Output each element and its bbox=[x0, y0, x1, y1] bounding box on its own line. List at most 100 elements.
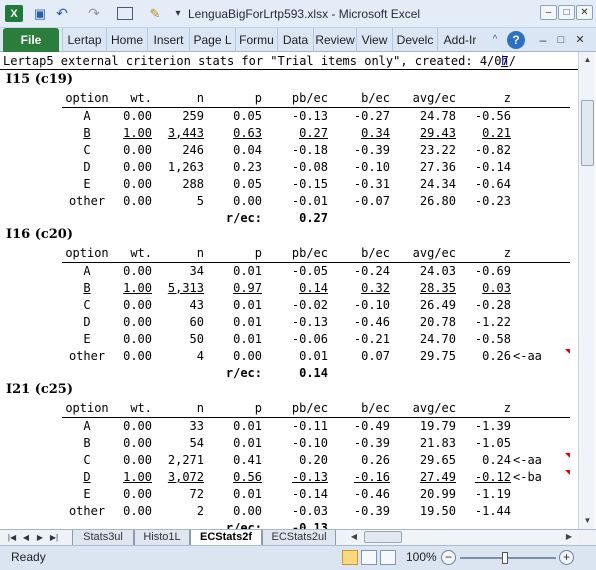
column-header-option[interactable]: option bbox=[64, 90, 110, 107]
cell-n[interactable]: 43 bbox=[152, 297, 204, 314]
column-header-p[interactable]: p bbox=[204, 245, 262, 262]
scroll-right-icon[interactable]: ▶ bbox=[562, 530, 576, 544]
zoom-slider-thumb[interactable] bbox=[502, 552, 508, 564]
cell-pb-ec[interactable]: -0.02 bbox=[262, 297, 328, 314]
cell-pb-ec[interactable]: 0.20 bbox=[262, 452, 328, 469]
cell-z[interactable]: -1.05 bbox=[456, 435, 511, 452]
cell-option[interactable]: E bbox=[64, 176, 110, 193]
horizontal-scroll-thumb[interactable] bbox=[364, 531, 402, 543]
cell-pb-ec[interactable]: -0.06 bbox=[262, 331, 328, 348]
cell-b-ec[interactable]: -0.49 bbox=[328, 418, 390, 435]
cell-p[interactable]: 0.01 bbox=[204, 418, 262, 435]
cell-pb-ec[interactable]: 0.01 bbox=[262, 348, 328, 365]
cell-option[interactable]: E bbox=[64, 486, 110, 503]
cell-p[interactable]: 0.01 bbox=[204, 314, 262, 331]
tab-data[interactable]: Data bbox=[277, 28, 313, 52]
cell-n[interactable]: 33 bbox=[152, 418, 204, 435]
cell-p[interactable]: 0.00 bbox=[204, 193, 262, 210]
cell-avg-ec[interactable]: 29.75 bbox=[390, 348, 456, 365]
cell-wt[interactable]: 0.00 bbox=[110, 486, 152, 503]
cell-wt[interactable]: 0.00 bbox=[110, 176, 152, 193]
undo-icon[interactable]: ↶ bbox=[54, 5, 70, 22]
cell-p[interactable]: 0.05 bbox=[204, 176, 262, 193]
sheet-tab-histo1l[interactable]: Histo1L bbox=[134, 530, 190, 546]
cell-b-ec[interactable]: -0.46 bbox=[328, 314, 390, 331]
column-header-b-ec[interactable]: b/ec bbox=[328, 245, 390, 262]
column-header-n[interactable]: n bbox=[152, 90, 204, 107]
cell-z[interactable]: -0.14 bbox=[456, 159, 511, 176]
cell-n[interactable]: 1,263 bbox=[152, 159, 204, 176]
cell-option[interactable]: D bbox=[64, 469, 110, 486]
column-header-n[interactable]: n bbox=[152, 245, 204, 262]
cell-pb-ec[interactable]: -0.05 bbox=[262, 263, 328, 280]
section-title[interactable]: I15 (c19) bbox=[6, 71, 73, 89]
help-icon[interactable]: ? bbox=[507, 31, 525, 49]
cell-pb-ec[interactable]: -0.15 bbox=[262, 176, 328, 193]
cell-option[interactable]: B bbox=[64, 125, 110, 142]
file-tab[interactable]: File bbox=[3, 28, 59, 52]
cell-option[interactable]: other bbox=[64, 503, 110, 520]
cell-avg-ec[interactable]: 27.49 bbox=[390, 469, 456, 486]
cell-p[interactable]: 0.00 bbox=[204, 503, 262, 520]
column-header-wt[interactable]: wt. bbox=[110, 90, 152, 107]
cell-pb-ec[interactable]: -0.18 bbox=[262, 142, 328, 159]
cell-option[interactable]: C bbox=[64, 452, 110, 469]
cell-z[interactable]: 0.26 bbox=[456, 348, 511, 365]
scroll-left-icon[interactable]: ◀ bbox=[347, 530, 361, 544]
tab-add-ins[interactable]: Add-Ir bbox=[437, 28, 482, 52]
cell-n[interactable]: 5,313 bbox=[152, 280, 204, 297]
cell-p[interactable]: 0.97 bbox=[204, 280, 262, 297]
vertical-scrollbar[interactable]: ▲ ▼ bbox=[578, 52, 595, 529]
zoom-out-button[interactable]: − bbox=[441, 550, 456, 565]
cell-option[interactable]: D bbox=[64, 159, 110, 176]
cell-wt[interactable]: 0.00 bbox=[110, 142, 152, 159]
minimize-button[interactable]: – bbox=[540, 5, 557, 20]
cell-pb-ec[interactable]: 0.27 bbox=[262, 125, 328, 142]
cell-z[interactable]: 0.21 bbox=[456, 125, 511, 142]
cell-pb-ec[interactable]: -0.10 bbox=[262, 435, 328, 452]
cell-z[interactable]: -0.23 bbox=[456, 193, 511, 210]
cell-avg-ec[interactable]: 28.35 bbox=[390, 280, 456, 297]
column-header-b-ec[interactable]: b/ec bbox=[328, 90, 390, 107]
vertical-scroll-thumb[interactable] bbox=[581, 100, 594, 166]
last-sheet-icon[interactable]: ▶| bbox=[48, 531, 60, 544]
cell-n[interactable]: 4 bbox=[152, 348, 204, 365]
page-break-view-icon[interactable] bbox=[380, 550, 396, 565]
section-title[interactable]: I21 (c25) bbox=[6, 381, 73, 399]
cell-option[interactable]: other bbox=[64, 348, 110, 365]
cell-note[interactable]: <-aa bbox=[513, 452, 553, 469]
column-header-option[interactable]: option bbox=[64, 245, 110, 262]
cell-option[interactable]: other bbox=[64, 193, 110, 210]
column-header-p[interactable]: p bbox=[204, 90, 262, 107]
customize-toolbar-icon[interactable]: ▾ bbox=[172, 5, 184, 22]
cell-pb-ec[interactable]: -0.08 bbox=[262, 159, 328, 176]
cell-z[interactable]: -0.28 bbox=[456, 297, 511, 314]
cell-z[interactable]: 0.03 bbox=[456, 280, 511, 297]
tab-insert[interactable]: Insert bbox=[147, 28, 189, 52]
cell-b-ec[interactable]: -0.10 bbox=[328, 297, 390, 314]
cell-p[interactable]: 0.01 bbox=[204, 435, 262, 452]
cell-z[interactable]: -0.58 bbox=[456, 331, 511, 348]
cell-pb-ec[interactable]: 0.14 bbox=[262, 280, 328, 297]
cell-avg-ec[interactable]: 23.22 bbox=[390, 142, 456, 159]
cell-option[interactable]: B bbox=[64, 435, 110, 452]
cell-option[interactable]: A bbox=[64, 263, 110, 280]
cell-p[interactable]: 0.63 bbox=[204, 125, 262, 142]
cell-wt[interactable]: 0.00 bbox=[110, 418, 152, 435]
cell-option[interactable]: E bbox=[64, 331, 110, 348]
rec-label[interactable]: r/ec: bbox=[204, 520, 262, 529]
cell-avg-ec[interactable]: 26.80 bbox=[390, 193, 456, 210]
cell-p[interactable]: 0.04 bbox=[204, 142, 262, 159]
cell-z[interactable]: -1.44 bbox=[456, 503, 511, 520]
cell-b-ec[interactable]: -0.39 bbox=[328, 142, 390, 159]
cell-option[interactable]: B bbox=[64, 280, 110, 297]
sheet-tab-stats3ul[interactable]: Stats3ul bbox=[72, 530, 134, 546]
cell-option[interactable]: A bbox=[64, 418, 110, 435]
cell-avg-ec[interactable]: 26.49 bbox=[390, 297, 456, 314]
cell-p[interactable]: 0.23 bbox=[204, 159, 262, 176]
cell-avg-ec[interactable]: 20.99 bbox=[390, 486, 456, 503]
cell-pb-ec[interactable]: -0.14 bbox=[262, 486, 328, 503]
cell-avg-ec[interactable]: 24.34 bbox=[390, 176, 456, 193]
cell-pb-ec[interactable]: -0.13 bbox=[262, 469, 328, 486]
cell-b-ec[interactable]: -0.31 bbox=[328, 176, 390, 193]
